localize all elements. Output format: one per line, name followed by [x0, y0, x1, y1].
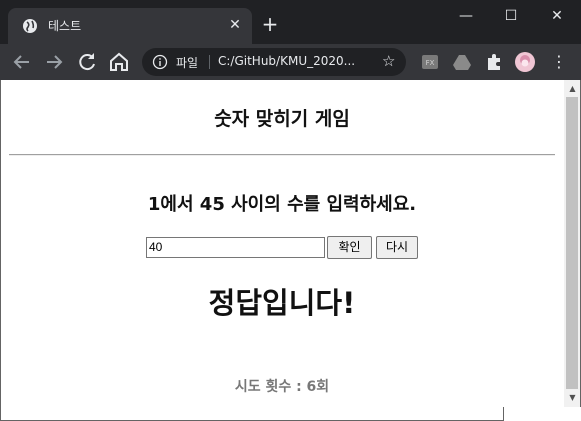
divider	[9, 154, 555, 156]
address-url[interactable]: C:/GitHub/KMU_2020...	[218, 54, 355, 68]
extension-fx-icon[interactable]: FX	[420, 52, 440, 72]
window-frame-left	[0, 80, 1, 407]
globe-icon	[23, 19, 37, 33]
result-message: 정답입니다!	[208, 286, 356, 320]
active-tab[interactable]: 테스트 ✕	[8, 8, 252, 44]
address-scheme: 파일	[176, 56, 199, 70]
scroll-up-icon[interactable]: ▲	[564, 82, 581, 96]
address-bar[interactable]: 파일 C:/GitHub/KMU_2020... ☆	[142, 48, 406, 76]
tries-count: 시도 횟수 : 6회	[234, 379, 330, 395]
new-tab-button[interactable]: +	[260, 14, 280, 34]
info-icon[interactable]	[152, 54, 168, 70]
tab-title: 테스트	[48, 19, 82, 33]
scroll-thumb[interactable]	[566, 97, 578, 389]
drive-icon[interactable]	[452, 52, 472, 72]
maximize-button[interactable]: ☐	[497, 6, 525, 26]
puzzle-icon[interactable]	[484, 52, 504, 72]
forward-icon[interactable]	[42, 50, 66, 74]
close-window-button[interactable]: ✕	[543, 6, 571, 26]
back-icon[interactable]	[10, 50, 34, 74]
tab-close-icon[interactable]: ✕	[226, 16, 244, 34]
page-viewport: 숫자 맞히기 게임 1에서 45 사이의 수를 입력하세요. 40 확인 다시 …	[0, 80, 564, 407]
browser-chrome: 테스트 ✕ + — ☐ ✕ 파일 C:/GitHub/KMU_2020... ☆…	[0, 0, 581, 80]
minimize-button[interactable]: —	[452, 6, 480, 26]
toolbar: 파일 C:/GitHub/KMU_2020... ☆ FX ⋮	[0, 44, 581, 80]
tab-strip: 테스트 ✕ + — ☐ ✕	[0, 0, 581, 44]
number-input[interactable]: 40	[146, 237, 325, 258]
confirm-button[interactable]: 확인	[327, 236, 372, 259]
address-separator	[209, 55, 210, 69]
profile-avatar[interactable]	[515, 52, 535, 72]
star-icon[interactable]: ☆	[382, 52, 395, 70]
reload-icon[interactable]	[75, 50, 99, 74]
reset-button[interactable]: 다시	[376, 236, 418, 259]
menu-icon[interactable]: ⋮	[551, 52, 567, 72]
page-title: 숫자 맞히기 게임	[214, 108, 350, 130]
instruction-text: 1에서 45 사이의 수를 입력하세요.	[147, 194, 417, 215]
window-bottom-edge	[0, 407, 504, 421]
scroll-down-icon[interactable]: ▼	[564, 391, 581, 405]
svg-text:FX: FX	[426, 59, 435, 67]
home-icon[interactable]	[107, 50, 131, 74]
